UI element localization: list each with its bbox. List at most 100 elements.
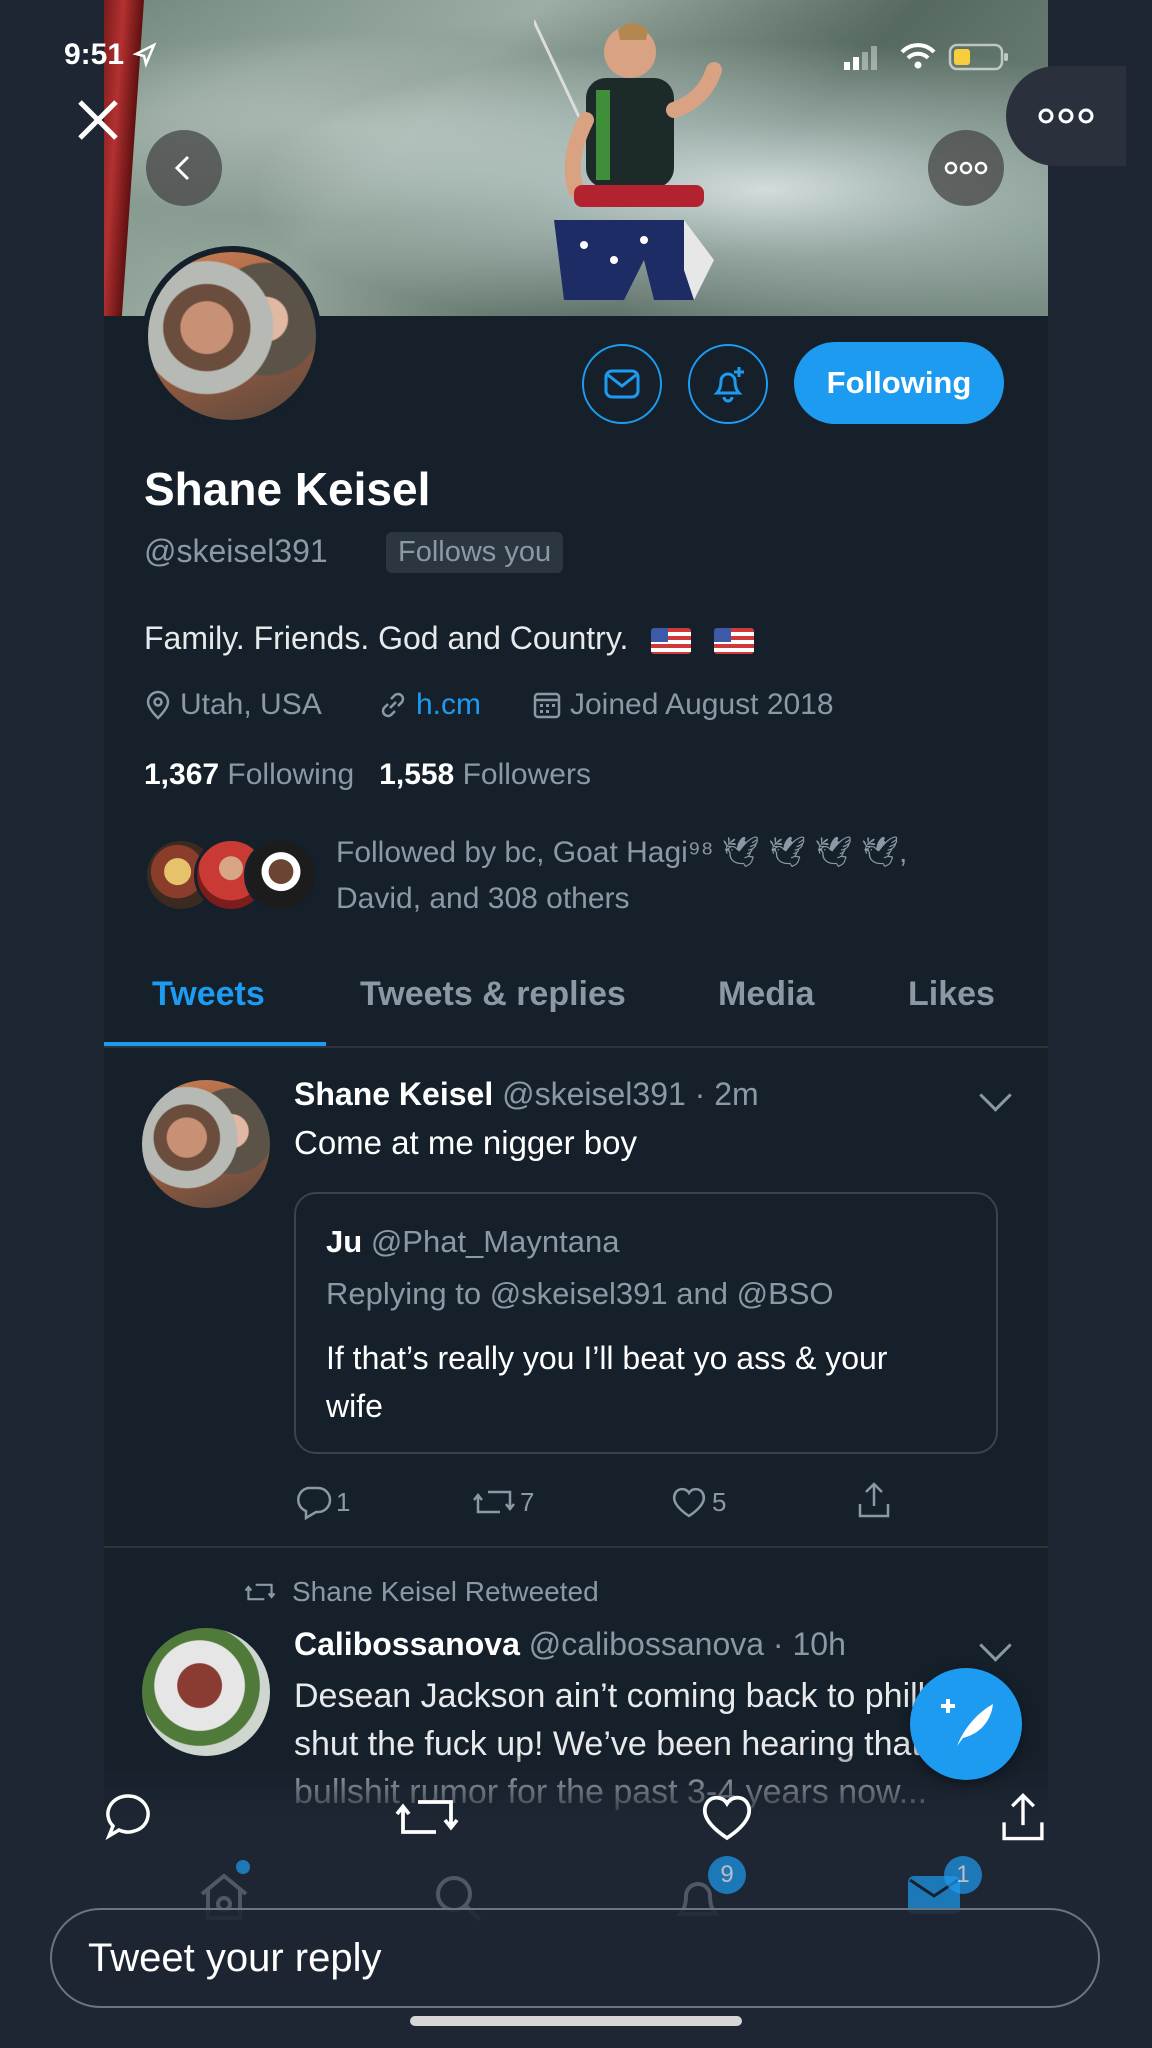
followers-label: Followers (462, 758, 591, 791)
tweet-text: Come at me nigger boy (294, 1124, 638, 1161)
home-unread-dot (236, 1860, 250, 1874)
retweet-icon (395, 1800, 459, 1834)
chevron-down-icon[interactable] (979, 1079, 1012, 1112)
share-action[interactable] (854, 1480, 894, 1520)
retweeted-indicator: Shane Keisel Retweeted (244, 1576, 599, 1608)
profile-bio: Family. Friends. God and Country. (144, 620, 755, 657)
overlay-like-button[interactable] (698, 1790, 756, 1849)
chevron-left-icon (174, 155, 190, 181)
retweet-icon (473, 1490, 515, 1514)
followers-count-link[interactable]: 1,558 Followers (379, 758, 591, 791)
location-pin-icon (146, 690, 170, 720)
us-flag-icon (714, 627, 755, 654)
tweet-author-name[interactable]: Calibossanova (294, 1626, 520, 1662)
follows-you-badge: Follows you (386, 532, 564, 573)
tweet-handle-time: @calibossanova · 10h (528, 1626, 846, 1662)
notifications-toggle-button[interactable] (688, 344, 768, 424)
profile-tabs: Tweets Tweets & replies Media Likes (104, 965, 1048, 1045)
following-button[interactable]: Following (794, 342, 1004, 424)
location-text: Utah, USA (180, 688, 322, 721)
share-icon (858, 1482, 890, 1518)
more-dots-icon (944, 161, 988, 175)
compose-tweet-button[interactable] (910, 1668, 1022, 1780)
tab-likes[interactable]: Likes (908, 975, 995, 1014)
following-count-link[interactable]: 1,367 Following (144, 758, 354, 791)
reply-icon (105, 1794, 150, 1841)
retweet-count: 7 (520, 1486, 535, 1517)
tweet-reply-input[interactable]: Tweet your reply (50, 1908, 1100, 2008)
battery-icon (948, 43, 1008, 71)
tweet-author-name[interactable]: Shane Keisel (294, 1076, 493, 1112)
followed-by-line2: David, and 308 others (336, 882, 630, 915)
follower-avatar (244, 838, 318, 912)
following-label: Following (227, 758, 355, 791)
profile-counts: 1,367 Following 1,558 Followers (144, 758, 591, 792)
quoted-text: If that’s really you I’ll beat yo ass & … (326, 1340, 888, 1424)
tab-tweets[interactable]: Tweets (152, 975, 265, 1014)
followed-by-line1: Followed by bc, Goat Hagi⁹⁸ 🕊 🕊 🕊 🕊, (336, 836, 908, 869)
banner-rider (534, 20, 722, 300)
quoted-tweet[interactable]: Ju @Phat_Mayntana Replying to @skeisel39… (294, 1192, 998, 1454)
close-icon (78, 100, 118, 140)
more-dots-icon (1038, 108, 1094, 124)
share-icon (1002, 1793, 1044, 1841)
reply-icon (297, 1486, 332, 1520)
message-button[interactable] (582, 344, 662, 424)
reply-count: 1 (336, 1486, 351, 1517)
envelope-icon (604, 369, 640, 399)
tweet-divider (104, 1546, 1048, 1548)
bio-text: Family. Friends. God and Country. (144, 620, 629, 656)
calendar-icon (533, 692, 561, 719)
retweet-icon (244, 1583, 276, 1601)
overlay-more-button[interactable] (1006, 66, 1126, 166)
quoted-replying-to: Replying to @skeisel391 and @BSO (326, 1276, 834, 1311)
heart-icon (672, 1487, 706, 1518)
signal-icon (844, 46, 877, 70)
overlay-reply-button[interactable] (102, 1790, 156, 1849)
profile-handle: @skeisel391 (144, 533, 328, 569)
overlay-retweet-button[interactable] (394, 1790, 460, 1849)
wifi-icon (900, 43, 936, 69)
bell-plus-icon (713, 367, 744, 403)
retweet-action[interactable]: 7 (472, 1484, 534, 1520)
tweet-header: Shane Keisel @skeisel391 · 2m (294, 1076, 759, 1113)
back-button[interactable] (146, 130, 222, 206)
tweet-avatar[interactable] (142, 1080, 270, 1208)
followers-count: 1,558 (379, 758, 455, 791)
profile-location: Utah, USA (144, 688, 322, 722)
link-text[interactable]: h.cm (416, 688, 481, 722)
like-count: 5 (712, 1486, 727, 1517)
followed-by-text[interactable]: Followed by bc, Goat Hagi⁹⁸ 🕊 🕊 🕊 🕊, Dav… (336, 830, 1016, 922)
tabs-divider (104, 1046, 1048, 1048)
profile-link[interactable]: h.cm (378, 688, 481, 722)
reply-action[interactable]: 1 (294, 1484, 350, 1520)
profile-name: Shane Keisel (144, 463, 431, 515)
chevron-down-icon[interactable] (979, 1629, 1012, 1662)
following-count: 1,367 (144, 758, 220, 791)
joined-text: Joined August 2018 (570, 688, 834, 721)
compose-feather-icon (941, 1699, 993, 1746)
tweet-avatar[interactable] (142, 1628, 270, 1756)
status-time: 9:51 (64, 38, 125, 71)
quoted-handle: @Phat_Mayntana (370, 1224, 620, 1259)
tab-tweets-replies[interactable]: Tweets & replies (360, 975, 626, 1014)
tweet-header: Calibossanova @calibossanova · 10h (294, 1626, 846, 1663)
tab-media[interactable]: Media (718, 975, 814, 1014)
quoted-author-name: Ju (326, 1224, 363, 1259)
heart-icon (702, 1795, 752, 1841)
like-action[interactable]: 5 (670, 1484, 726, 1520)
profile-avatar[interactable] (142, 246, 322, 426)
profile-joined: Joined August 2018 (532, 688, 834, 722)
retweeted-by-text: Shane Keisel Retweeted (292, 1576, 599, 1607)
content-fade (104, 1756, 1048, 1840)
overlay-share-button[interactable] (996, 1790, 1050, 1849)
home-indicator[interactable] (410, 2016, 742, 2026)
messages-badge: 1 (944, 1856, 982, 1894)
profile-screen: Following Shane Keisel @skeisel391 Follo… (104, 0, 1048, 1840)
profile-more-button[interactable] (928, 130, 1004, 206)
location-arrow-icon (132, 42, 157, 68)
close-button[interactable] (60, 82, 136, 158)
us-flag-icon (651, 627, 692, 654)
quoted-header: Ju @Phat_Mayntana (326, 1224, 619, 1260)
notifications-badge: 9 (708, 1856, 746, 1894)
